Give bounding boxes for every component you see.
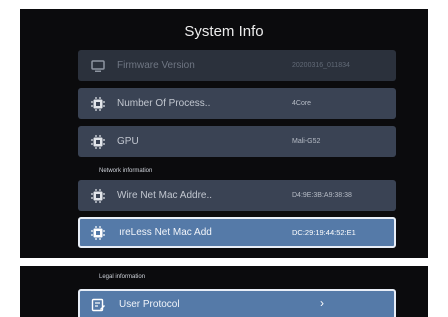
processor-count-row[interactable]: Number Of Process.. 4Core (78, 88, 396, 119)
wireless-mac-label: ıreLess Net Mac Add (119, 227, 212, 238)
gpu-value: Mali-G52 (292, 138, 321, 145)
chip-icon (91, 189, 105, 203)
document-edit-icon (91, 298, 105, 312)
chip-icon (91, 97, 105, 111)
wired-mac-label: Wire Net Mac Addre.. (117, 190, 213, 201)
firmware-version-label: Firmware Version (117, 60, 195, 71)
legal-section-heading: Legal information (99, 274, 146, 280)
system-info-screen: System Info Firmware Version 20200316_01… (20, 9, 428, 258)
monitor-icon (91, 60, 105, 72)
wired-mac-row[interactable]: Wire Net Mac Addre.. D4:9E:3B:A9:38:38 (78, 180, 396, 211)
firmware-version-row[interactable]: Firmware Version 20200316_011834 (78, 50, 396, 81)
user-protocol-row[interactable]: User Protocol › (78, 289, 396, 317)
gpu-label: GPU (117, 136, 139, 147)
chevron-right-icon: › (320, 296, 324, 310)
user-protocol-label: User Protocol (119, 299, 180, 310)
chip-icon (91, 135, 105, 149)
wired-mac-value: D4:9E:3B:A9:38:38 (292, 192, 352, 199)
wireless-mac-value: DC:29:19:44:52:E1 (292, 228, 356, 237)
page-title: System Info (184, 23, 264, 40)
processor-count-value: 4Core (292, 100, 312, 107)
firmware-version-value: 20200316_011834 (292, 62, 350, 69)
legal-screen: Legal information User Protocol › (20, 266, 428, 317)
network-section-heading: Network information (99, 168, 153, 174)
wireless-mac-row[interactable]: ıreLess Net Mac Add DC:29:19:44:52:E1 (78, 217, 396, 248)
chip-icon (91, 226, 105, 240)
gpu-row[interactable]: GPU Mali-G52 (78, 126, 396, 157)
processor-count-label: Number Of Process.. (117, 98, 211, 109)
